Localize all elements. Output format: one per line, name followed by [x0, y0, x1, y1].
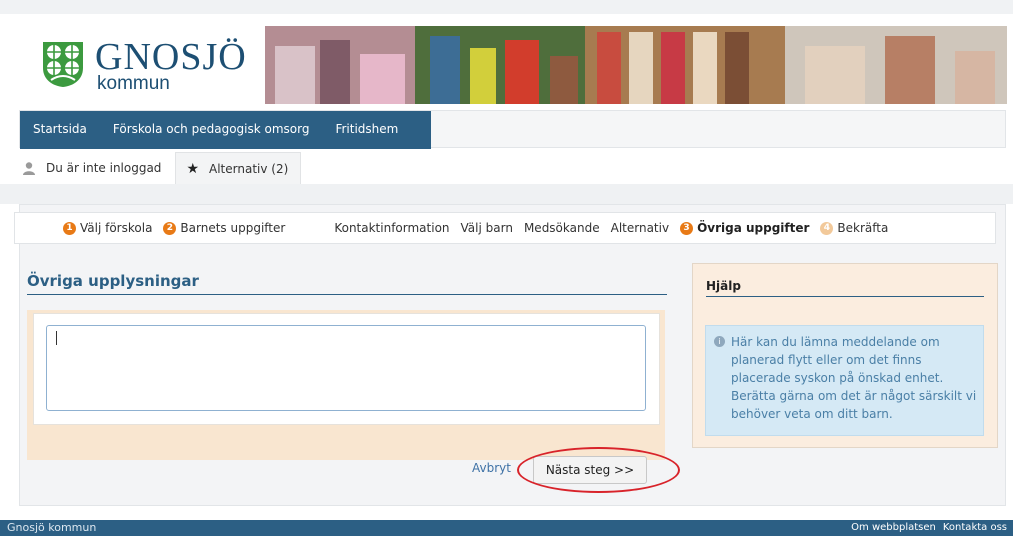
step-number-badge: 1 — [63, 221, 76, 235]
step-valj-barn[interactable]: Välj barn — [461, 221, 513, 235]
info-icon: i — [714, 336, 725, 347]
cancel-link[interactable]: Avbryt — [472, 461, 511, 475]
help-text: Här kan du lämna meddelande om planerad … — [731, 335, 977, 421]
site-header: GNOSJÖ kommun — [19, 26, 1007, 104]
highlight-annotation — [517, 447, 680, 493]
help-title: Hjälp — [706, 279, 741, 293]
top-strip — [0, 0, 1013, 14]
municipality-shield-icon — [43, 42, 83, 87]
step-label: Kontaktinformation — [334, 221, 450, 235]
step-medsokande[interactable]: Medsökande — [524, 221, 600, 235]
nav-bar: Startsida Förskola och pedagogisk omsorg… — [20, 111, 431, 149]
step-number-badge: 4 — [820, 221, 834, 235]
step-label: Bekräfta — [837, 221, 889, 235]
login-status[interactable]: Du är inte inloggad — [46, 161, 161, 175]
step-number-badge: 3 — [680, 221, 694, 235]
step-barnets-uppgifter[interactable]: 2 Barnets uppgifter — [163, 221, 285, 235]
separator-band — [0, 184, 1013, 204]
logo-wordmark: GNOSJÖ — [95, 36, 247, 78]
step-bekrafta[interactable]: 4 Bekräfta — [820, 221, 888, 235]
footer-links: Om webbplatsen Kontakta oss — [851, 522, 1007, 533]
page-title: Övriga upplysningar — [27, 272, 199, 290]
star-icon: ★ — [186, 160, 199, 177]
step-ovriga-uppgifter-active[interactable]: 3 Övriga uppgifter — [680, 221, 809, 235]
step-alternativ[interactable]: Alternativ — [611, 221, 669, 235]
text-cursor — [56, 331, 57, 345]
footer-link-contact[interactable]: Kontakta oss — [943, 522, 1007, 533]
help-divider — [706, 296, 984, 297]
step-label: Alternativ — [610, 221, 670, 235]
step-label: Barnets uppgifter — [180, 221, 286, 235]
step-label: Övriga uppgifter — [697, 221, 810, 235]
step-kontaktinformation[interactable]: Kontaktinformation — [334, 221, 449, 235]
alternatives-label: Alternativ (2) — [209, 161, 289, 176]
nav-item-forskola[interactable]: Förskola och pedagogisk omsorg — [100, 111, 323, 149]
nav-item-startsida[interactable]: Startsida — [20, 111, 100, 149]
step-number-badge: 2 — [163, 221, 177, 235]
header-banner-photo — [265, 26, 1007, 104]
user-bar: Du är inte inloggad ★ Alternativ (2) — [12, 152, 302, 184]
other-info-textarea[interactable] — [46, 325, 646, 411]
step-label: Välj barn — [460, 221, 513, 235]
alternatives-tab[interactable]: ★ Alternativ (2) — [175, 152, 302, 184]
footer-org-name: Gnosjö kommun — [7, 521, 97, 534]
step-valj-forskola[interactable]: 1 Välj förskola — [63, 221, 152, 235]
logo-subtitle: kommun — [97, 73, 170, 94]
wizard-steps: 1 Välj förskola 2 Barnets uppgifter Kont… — [14, 212, 996, 244]
title-divider — [27, 294, 667, 295]
main-navigation: Startsida Förskola och pedagogisk omsorg… — [19, 110, 1006, 149]
site-logo[interactable]: GNOSJÖ kommun — [41, 36, 266, 96]
nav-item-fritidshem[interactable]: Fritidshem — [322, 111, 411, 149]
step-label: Medsökande — [523, 221, 600, 235]
footer-link-about[interactable]: Om webbplatsen — [851, 522, 936, 533]
step-label: Välj förskola — [80, 221, 153, 235]
site-footer: Gnosjö kommun Om webbplatsen Kontakta os… — [0, 520, 1013, 536]
user-icon — [23, 162, 35, 175]
